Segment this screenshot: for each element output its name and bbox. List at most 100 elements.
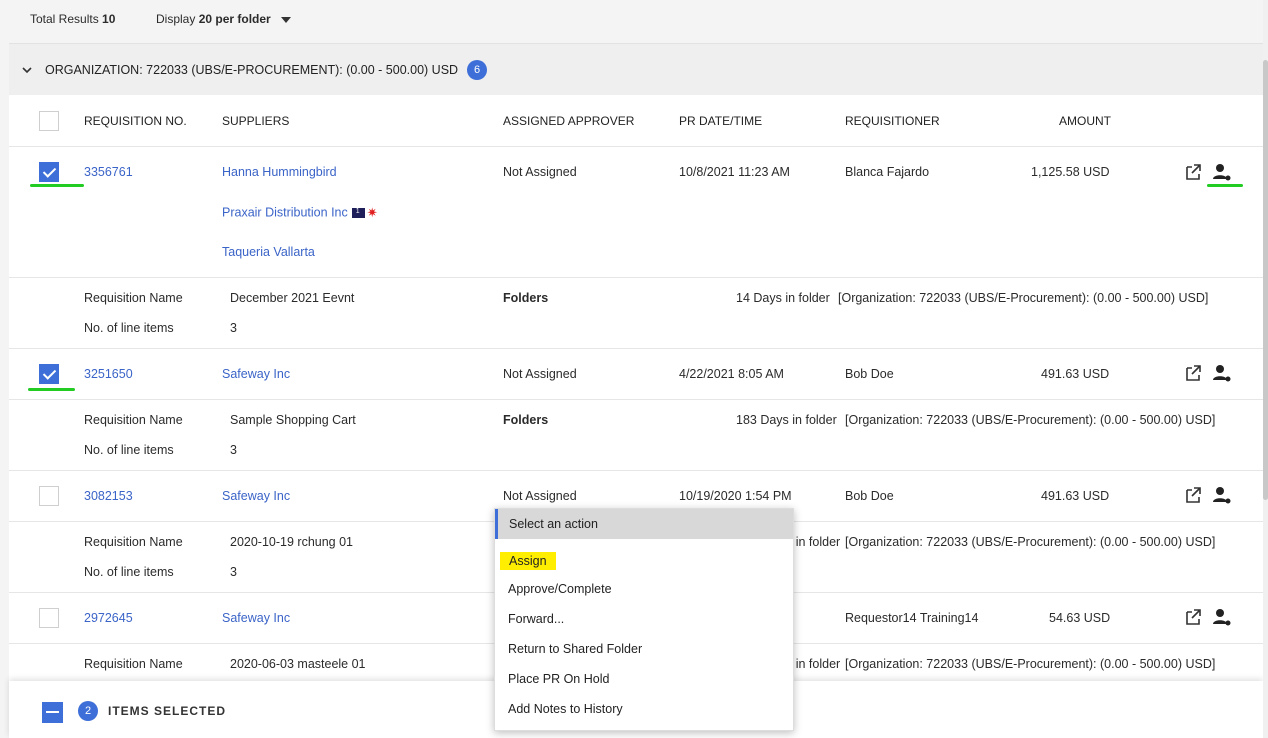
amount: 491.63 USD xyxy=(1041,367,1110,381)
assign-user-icon[interactable] xyxy=(1212,485,1232,505)
assign-user-icon[interactable] xyxy=(1212,363,1232,383)
column-header-requisitioner[interactable]: REQUISITIONER xyxy=(845,114,940,128)
requisition-name-label: Requisition Name xyxy=(84,535,183,549)
flag-icon xyxy=(351,208,365,218)
requisition-name-label: Requisition Name xyxy=(84,413,183,427)
organization-title: ORGANIZATION: 722033 (UBS/E-PROCUREMENT)… xyxy=(45,63,459,77)
row-checkbox[interactable] xyxy=(39,608,59,628)
requisition-name-value: December 2021 Eevnt xyxy=(230,291,355,305)
folder-path: [Organization: 722033 (UBS/E-Procurement… xyxy=(845,657,1216,671)
column-header-suppliers[interactable]: SUPPLIERS xyxy=(222,114,289,128)
divider xyxy=(9,348,1263,349)
days-in-folder: s in folder xyxy=(786,657,841,671)
open-external-icon[interactable] xyxy=(1183,162,1203,182)
items-selected-label: ITEMS SELECTED xyxy=(108,704,227,718)
menu-item-return-to-shared-folder[interactable]: Return to Shared Folder xyxy=(508,642,642,656)
column-header-amount[interactable]: AMOUNT xyxy=(1059,114,1111,128)
row-checkbox[interactable] xyxy=(39,364,59,384)
line-items-label: No. of line items xyxy=(84,321,174,335)
days-in-folder: s in folder xyxy=(786,535,841,549)
assign-user-icon[interactable] xyxy=(1212,162,1232,182)
scrollbar[interactable] xyxy=(1263,0,1268,738)
action-menu-header[interactable]: Select an action xyxy=(495,509,793,539)
scrollbar-thumb[interactable] xyxy=(1263,60,1268,500)
select-all-checkbox[interactable] xyxy=(39,111,59,131)
row-checkbox[interactable] xyxy=(39,486,59,506)
caret-down-icon xyxy=(280,16,291,23)
menu-item-assign[interactable]: Assign xyxy=(500,552,556,570)
amount: 1,125.58 USD xyxy=(1031,165,1110,179)
days-in-folder: 14 Days in folder xyxy=(736,291,830,305)
action-menu: Select an action Assign Approve/Complete… xyxy=(494,508,794,731)
column-header-pr-date[interactable]: PR DATE/TIME xyxy=(679,114,762,128)
divider xyxy=(9,470,1263,471)
requisition-number-link[interactable]: 3356761 xyxy=(84,165,133,179)
folders-label: Folders xyxy=(503,413,549,427)
line-items-value: 3 xyxy=(230,443,237,457)
assigned-approver: Not Assigned xyxy=(503,367,577,381)
menu-item-forward[interactable]: Forward... xyxy=(508,612,564,626)
folder-path: [Organization: 722033 (UBS/E-Procurement… xyxy=(845,535,1216,549)
menu-item-place-on-hold[interactable]: Place PR On Hold xyxy=(508,672,609,686)
supplier-link[interactable]: Safeway Inc xyxy=(222,489,290,503)
requisitioner: Bob Doe xyxy=(845,489,894,503)
supplier-link[interactable]: Safeway Inc xyxy=(222,611,290,625)
assigned-approver: Not Assigned xyxy=(503,489,577,503)
selected-count-badge: 2 xyxy=(78,701,98,721)
requisitioner: Requestor14 Training14 xyxy=(845,611,979,625)
requisition-name-value: Sample Shopping Cart xyxy=(230,413,356,427)
deselect-all-checkbox[interactable] xyxy=(42,702,63,723)
folder-path: [Organization: 722033 (UBS/E-Procurement… xyxy=(845,413,1216,427)
folder-count-badge: 6 xyxy=(467,60,487,80)
divider xyxy=(9,277,1263,278)
line-items-value: 3 xyxy=(230,565,237,579)
requisition-number-link[interactable]: 3082153 xyxy=(84,489,133,503)
annotation-underline xyxy=(28,388,75,391)
requisition-name-label: Requisition Name xyxy=(84,657,183,671)
folders-label: Folders xyxy=(503,291,549,305)
open-external-icon[interactable] xyxy=(1183,485,1203,505)
open-external-icon[interactable] xyxy=(1183,363,1203,383)
open-external-icon[interactable] xyxy=(1183,607,1203,627)
amount: 54.63 USD xyxy=(1049,611,1111,625)
supplier-entry: Praxair Distribution Inc ✷ xyxy=(222,205,378,221)
supplier-link[interactable]: Hanna Hummingbird xyxy=(222,165,337,179)
supplier-link[interactable]: Praxair Distribution Inc xyxy=(222,205,348,219)
results-toolbar: Total Results 10 Display 20 per folder xyxy=(9,0,1263,44)
pr-date: 10/8/2021 11:23 AM xyxy=(679,165,790,179)
annotation-underline xyxy=(30,184,84,187)
requisition-name-value: 2020-10-19 rchung 01 xyxy=(230,535,354,549)
pr-date: 10/19/2020 1:54 PM xyxy=(679,489,792,503)
menu-item-approve-complete[interactable]: Approve/Complete xyxy=(508,582,612,596)
pr-date: 4/22/2021 8:05 AM xyxy=(679,367,784,381)
requisition-name-label: Requisition Name xyxy=(84,291,183,305)
organization-folder-header[interactable]: ORGANIZATION: 722033 (UBS/E-PROCUREMENT)… xyxy=(9,44,1263,95)
row-checkbox[interactable] xyxy=(39,162,59,182)
menu-item-add-notes[interactable]: Add Notes to History xyxy=(508,702,623,716)
folder-path: [Organization: 722033 (UBS/E-Procurement… xyxy=(838,291,1209,305)
days-in-folder: 183 Days in folder xyxy=(736,413,837,427)
requisition-number-link[interactable]: 3251650 xyxy=(84,367,133,381)
divider xyxy=(9,146,1263,147)
assigned-approver: Not Assigned xyxy=(503,165,577,179)
line-items-label: No. of line items xyxy=(84,443,174,457)
requisition-name-value: 2020-06-03 masteele 01 xyxy=(230,657,366,671)
annotation-underline xyxy=(1207,184,1243,187)
column-header-requisition-no[interactable]: REQUISITION NO. xyxy=(84,114,187,128)
supplier-link[interactable]: Taqueria Vallarta xyxy=(222,245,315,259)
requisition-number-link[interactable]: 2972645 xyxy=(84,611,133,625)
requisitioner: Blanca Fajardo xyxy=(845,165,930,179)
requisitioner: Bob Doe xyxy=(845,367,894,381)
divider xyxy=(9,399,1263,400)
line-items-value: 3 xyxy=(230,321,237,335)
assign-user-icon[interactable] xyxy=(1212,607,1232,627)
total-results: Total Results 10 xyxy=(30,12,116,26)
display-per-folder-dropdown[interactable]: Display 20 per folder xyxy=(156,12,291,26)
burst-icon: ✷ xyxy=(366,205,378,220)
requisition-list-page: Total Results 10 Display 20 per folder O… xyxy=(9,0,1263,738)
amount: 491.63 USD xyxy=(1041,489,1110,503)
column-header-assigned-approver[interactable]: ASSIGNED APPROVER xyxy=(503,114,634,128)
chevron-down-icon[interactable] xyxy=(22,65,32,75)
line-items-label: No. of line items xyxy=(84,565,174,579)
supplier-link[interactable]: Safeway Inc xyxy=(222,367,290,381)
